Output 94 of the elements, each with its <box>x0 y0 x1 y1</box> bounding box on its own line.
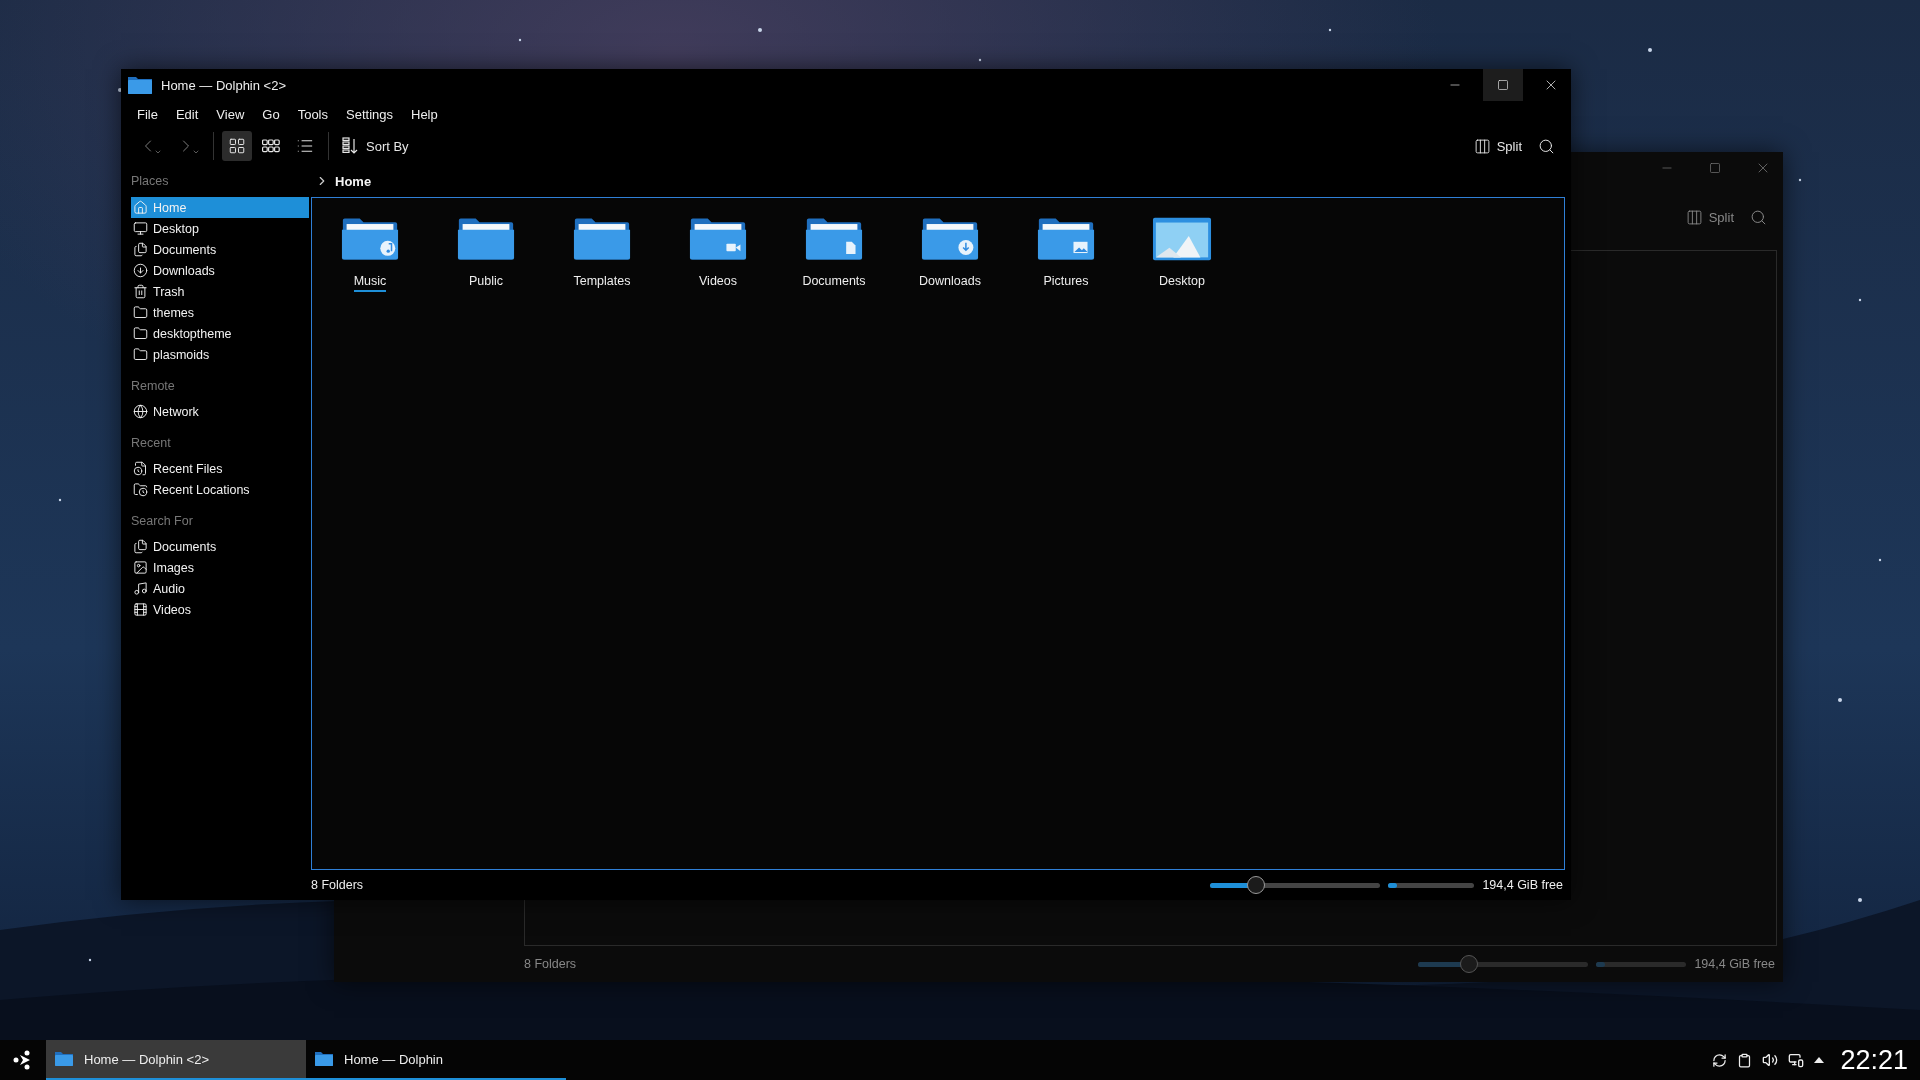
trash-icon <box>133 284 148 299</box>
sidebar-item[interactable]: Recent Locations <box>131 479 309 500</box>
menu-item[interactable]: Settings <box>338 103 401 125</box>
folder-name[interactable]: Pictures <box>1043 274 1089 292</box>
globe-icon <box>133 404 148 419</box>
menu-item[interactable]: View <box>208 103 253 125</box>
update-icon <box>1712 1052 1728 1068</box>
window-title: Home — Dolphin <2> <box>161 77 287 93</box>
folder-icon <box>133 305 148 320</box>
task-button[interactable]: Home — Dolphin <box>306 1040 566 1080</box>
split-icon <box>1473 137 1491 155</box>
folder-name[interactable]: Music <box>353 274 387 292</box>
menu-item[interactable]: File <box>129 103 166 125</box>
folder-name[interactable]: Templates <box>573 274 631 292</box>
menu-item[interactable]: Help <box>403 103 446 125</box>
view-mode-button[interactable] <box>222 131 252 161</box>
folder-icon <box>314 1051 334 1067</box>
maximize-icon <box>1497 79 1509 91</box>
sidebar-item[interactable]: themes <box>131 302 309 323</box>
sidebar-item[interactable]: Network <box>131 401 309 422</box>
folder-icon <box>921 216 979 262</box>
folder-icon <box>133 326 148 341</box>
slider-thumb[interactable] <box>1460 955 1479 973</box>
folder-name[interactable]: Downloads <box>919 274 981 292</box>
documents-icon <box>133 539 148 554</box>
zoom-slider[interactable] <box>1418 954 1589 974</box>
clock: 22:21 <box>1840 1044 1908 1076</box>
grid-view-icon <box>228 137 246 155</box>
maximize-icon <box>1709 162 1721 174</box>
sidebar-item[interactable]: Desktop <box>131 218 309 239</box>
folder-icon <box>805 216 863 262</box>
task-button[interactable]: Home — Dolphin <2> <box>46 1040 306 1080</box>
sort-button[interactable]: Sort By <box>337 131 414 161</box>
folder-icon <box>689 216 747 262</box>
menu-item[interactable]: Tools <box>289 103 336 125</box>
clipboard-icon <box>1737 1052 1753 1068</box>
sidebar-item[interactable]: Documents <box>131 239 309 260</box>
sidebar-item[interactable]: plasmoids <box>131 344 309 365</box>
compact-view-icon <box>262 139 280 153</box>
sort-icon <box>342 137 360 155</box>
sidebar-item[interactable]: Images <box>131 557 309 578</box>
folder-name[interactable]: Desktop <box>1159 274 1205 292</box>
folder-name[interactable]: Videos <box>699 274 737 292</box>
sidebar-item[interactable]: Downloads <box>131 260 309 281</box>
breadcrumb-item[interactable]: Home <box>335 173 372 189</box>
folder-icon <box>457 216 515 262</box>
sidebar-item[interactable]: Videos <box>131 599 309 620</box>
download-icon <box>133 263 148 278</box>
free-space-text: 194,4 GiB free <box>1694 957 1775 971</box>
sidebar-item[interactable]: Trash <box>131 281 309 302</box>
monitor-icon <box>133 221 148 236</box>
sidebar-item[interactable]: desktoptheme <box>131 323 309 344</box>
home-icon <box>133 200 148 215</box>
sidebar-item[interactable]: Recent Files <box>131 458 309 479</box>
folder-icon <box>1037 216 1095 262</box>
section-title: Recent <box>131 435 172 452</box>
free-space-text: 194,4 GiB free <box>1482 878 1563 892</box>
folder-icon <box>341 216 399 262</box>
file-clock-icon <box>133 461 148 476</box>
image-icon <box>133 560 148 575</box>
status-text: 8 Folders <box>524 957 577 971</box>
folder-icon <box>127 75 153 95</box>
split-icon <box>1685 208 1703 226</box>
split-button[interactable]: Split <box>1468 131 1527 161</box>
sidebar-item[interactable]: Audio <box>131 578 309 599</box>
slider-thumb[interactable] <box>1247 876 1266 894</box>
volume-icon <box>1762 1052 1779 1068</box>
film-icon <box>133 602 148 617</box>
section-title: Places <box>131 173 170 190</box>
dropdown-caret-icon <box>192 148 200 156</box>
desktop-folder-icon <box>1152 216 1212 262</box>
section-title: Search For <box>131 513 194 530</box>
folder-icon <box>54 1051 74 1067</box>
folder-icon <box>133 347 148 362</box>
menu-item[interactable]: Edit <box>167 103 207 125</box>
folder-name[interactable]: Public <box>468 274 503 292</box>
split-button[interactable]: Split <box>1680 202 1739 232</box>
search-icon <box>1749 208 1767 226</box>
sidebar-item[interactable]: Documents <box>131 536 309 557</box>
folder-name[interactable]: Documents <box>802 274 866 292</box>
list-view-icon <box>296 137 314 155</box>
zoom-slider[interactable] <box>1210 875 1381 895</box>
dropdown-caret-icon <box>154 148 162 156</box>
search-icon <box>1537 137 1555 155</box>
menu-item[interactable]: Go <box>254 103 288 125</box>
status-text: 8 Folders <box>311 878 364 892</box>
section-title: Remote <box>131 378 176 395</box>
folder-icon <box>573 216 631 262</box>
expand-tray-icon <box>1814 1056 1825 1064</box>
music-note-icon <box>133 581 148 596</box>
maximize-button[interactable] <box>1483 69 1523 101</box>
folder-clock-icon <box>133 482 148 497</box>
display-icon <box>1788 1052 1805 1068</box>
documents-icon <box>133 242 148 257</box>
